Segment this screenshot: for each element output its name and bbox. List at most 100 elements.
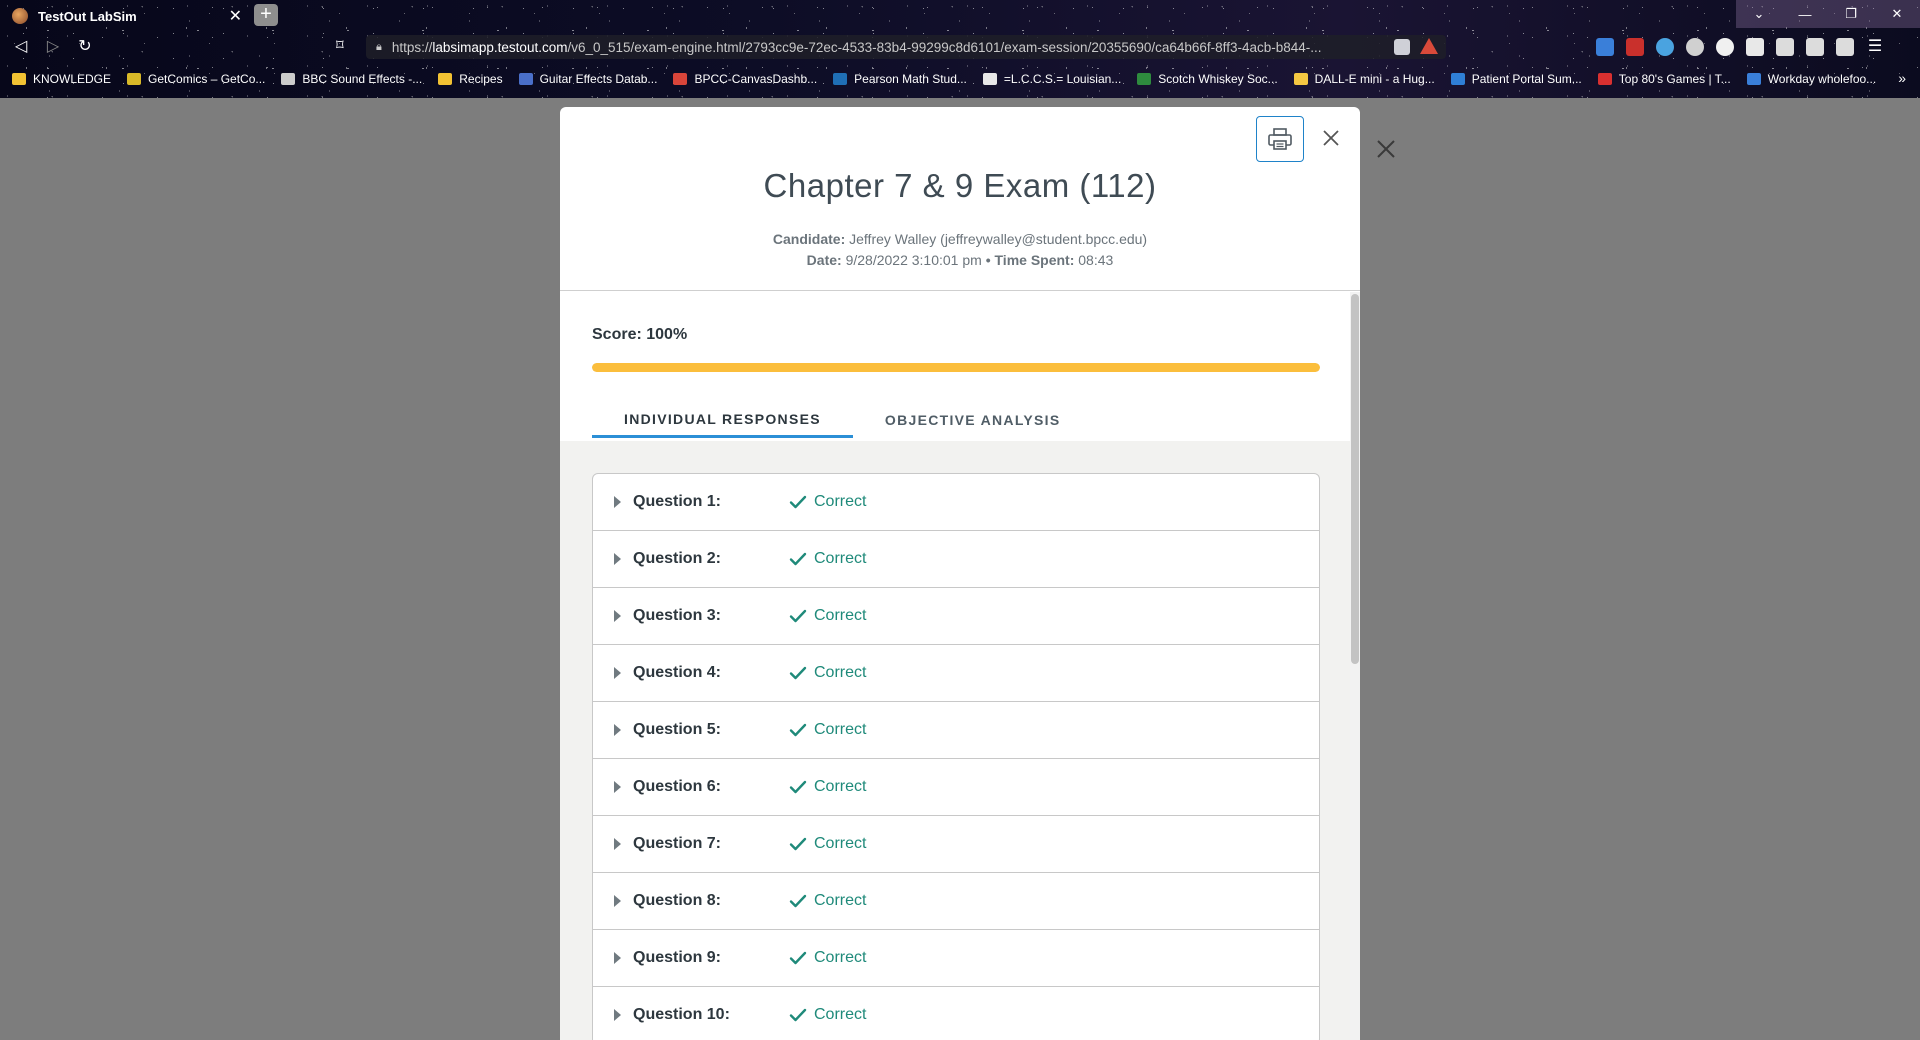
expand-caret-icon[interactable]: [614, 610, 621, 622]
question-status: Correct: [814, 778, 867, 795]
modal-close-button[interactable]: [1317, 124, 1345, 152]
bookmark-item[interactable]: =L.C.C.S.= Louisian...: [982, 72, 1121, 86]
close-icon: [1377, 140, 1395, 158]
restore-icon[interactable]: ❐: [1828, 0, 1874, 28]
question-label: Question 3:: [633, 607, 722, 624]
scrollbar-thumb[interactable]: [1351, 294, 1359, 664]
browser-tab[interactable]: TestOut LabSim ✕: [4, 3, 250, 29]
bookmark-item[interactable]: Scotch Whiskey Soc...: [1137, 72, 1278, 86]
bookmark-item[interactable]: DALL-E mini - a Hug...: [1293, 72, 1435, 86]
back-icon[interactable]: ◁: [10, 36, 32, 58]
question-row[interactable]: Question 3: Correct: [593, 588, 1319, 645]
bookmark-label: Guitar Effects Datab...: [539, 72, 658, 86]
puzzle-extensions-icon[interactable]: [1746, 38, 1764, 56]
checkmark-icon: [789, 552, 807, 566]
bookmark-item[interactable]: BPCC-CanvasDashb...: [673, 72, 817, 86]
question-row[interactable]: Question 6: Correct: [593, 759, 1319, 816]
bookmark-item[interactable]: Top 80's Games | T...: [1597, 72, 1731, 86]
question-status: Correct: [814, 664, 867, 681]
question-row[interactable]: Question 5: Correct: [593, 702, 1319, 759]
bookmark-favicon-icon: [281, 73, 296, 85]
expand-caret-icon[interactable]: [614, 895, 621, 907]
w-extension-icon[interactable]: [1686, 38, 1704, 56]
results-tabs: INDIVIDUAL RESPONSES OBJECTIVE ANALYSIS: [592, 402, 1093, 438]
url-path: /v6_0_515/exam-engine.html/2793cc9e-72ec…: [567, 39, 1322, 55]
question-row[interactable]: Question 8: Correct: [593, 873, 1319, 930]
expand-caret-icon[interactable]: [614, 724, 621, 736]
bookmark-item[interactable]: Pearson Math Stud...: [833, 72, 967, 86]
bookmark-label: BBC Sound Effects -...: [302, 72, 423, 86]
address-bar[interactable]: 🔒︎ https://labsimapp.testout.com/v6_0_51…: [366, 35, 1446, 59]
tab-individual-responses[interactable]: INDIVIDUAL RESPONSES: [592, 402, 853, 438]
new-tab-button[interactable]: +: [254, 4, 278, 26]
menu-icon[interactable]: ☰: [1866, 38, 1884, 56]
window-close-icon[interactable]: ✕: [1874, 0, 1920, 28]
modal-scrollbar[interactable]: [1350, 292, 1360, 1040]
bookmark-item[interactable]: Guitar Effects Datab...: [518, 72, 658, 86]
bookmark-item[interactable]: BBC Sound Effects -...: [281, 72, 422, 86]
bookmark-item[interactable]: Workday wholefoo...: [1746, 72, 1876, 86]
brave-shield-icon[interactable]: [1394, 39, 1410, 55]
bookmark-item[interactable]: KNOWLEDGE: [12, 72, 111, 86]
candidate-label: Candidate:: [772, 231, 846, 247]
question-label: Question 1:: [633, 493, 722, 510]
responses-panel: Question 1: Correct Question 2: Correct Ques…: [560, 441, 1360, 1040]
meta-separator: •: [985, 252, 991, 268]
question-row[interactable]: Question 4: Correct: [593, 645, 1319, 702]
date-line: Date: 9/28/2022 3:10:01 pm • Time Spent:…: [560, 250, 1360, 271]
question-row[interactable]: Question 10: Correct: [593, 987, 1319, 1040]
wallet-icon[interactable]: [1836, 38, 1854, 56]
bookmark-favicon-icon: [833, 73, 848, 85]
reload-icon[interactable]: ↻: [74, 36, 96, 58]
question-row[interactable]: Question 2: Correct: [593, 531, 1319, 588]
reading-list-icon[interactable]: [1776, 38, 1794, 56]
bookmark-label: Patient Portal Sum...: [1471, 72, 1582, 86]
question-row[interactable]: Question 9: Correct: [593, 930, 1319, 987]
brave-rewards-icon[interactable]: [1420, 38, 1438, 54]
expand-caret-icon[interactable]: [614, 952, 621, 964]
bookmark-label: BPCC-CanvasDashb...: [694, 72, 818, 86]
candidate-line: Candidate: Jeffrey Walley (jeffreywalley…: [560, 229, 1360, 250]
bookmarks-overflow-icon[interactable]: »: [1898, 70, 1906, 86]
date-value: 9/28/2022 3:10:01 pm: [845, 252, 982, 268]
bookmark-item[interactable]: GetComics – GetCo...: [127, 72, 265, 86]
minimize-icon[interactable]: —: [1782, 0, 1828, 28]
expand-caret-icon[interactable]: [614, 553, 621, 565]
expand-caret-icon[interactable]: [614, 496, 621, 508]
react-devtools-icon[interactable]: [1656, 38, 1674, 56]
close-icon: [1323, 130, 1339, 146]
bookmark-item[interactable]: Recipes: [438, 72, 503, 86]
expand-caret-icon[interactable]: [614, 1009, 621, 1021]
candidate-value: Jeffrey Walley (jeffreywalley@student.bp…: [849, 231, 1148, 247]
s-extension-icon[interactable]: [1626, 38, 1644, 56]
url-host: labsimapp.testout.com: [432, 39, 568, 55]
bookmark-label: KNOWLEDGE: [33, 72, 112, 86]
bookmark-favicon-icon: [1293, 73, 1308, 85]
tab-objective-analysis[interactable]: OBJECTIVE ANALYSIS: [853, 402, 1093, 438]
bookmark-favicon-icon: [1746, 73, 1761, 85]
question-status: Correct: [814, 550, 867, 567]
bookmark-item[interactable]: Patient Portal Sum...: [1450, 72, 1582, 86]
overlay-close-button[interactable]: [1374, 137, 1398, 161]
bookmark-page-icon[interactable]: ⌑: [336, 36, 344, 54]
question-row[interactable]: Question 1: Correct: [593, 474, 1319, 531]
bookmarks-bar: KNOWLEDGE GetComics – GetCo... BBC Sound E…: [0, 68, 1920, 90]
testout-favicon-icon: [12, 8, 28, 24]
tab-search-icon[interactable]: ⌄: [1736, 0, 1782, 28]
question-row[interactable]: Question 7: Correct: [593, 816, 1319, 873]
question-status: Correct: [814, 607, 867, 624]
bookmark-label: Pearson Math Stud...: [854, 72, 967, 86]
circle-extension-icon[interactable]: [1716, 38, 1734, 56]
expand-caret-icon[interactable]: [614, 667, 621, 679]
tab-close-icon[interactable]: ✕: [229, 6, 242, 26]
print-button[interactable]: [1256, 116, 1304, 162]
modal-header: Chapter 7 & 9 Exam (112) Candidate: Jeff…: [560, 107, 1360, 291]
translate-extension-icon[interactable]: [1596, 38, 1614, 56]
forward-icon[interactable]: ▷: [42, 36, 64, 58]
bookmark-favicon-icon: [1450, 73, 1465, 85]
modal-body: Score: 100% INDIVIDUAL RESPONSES OBJECTI…: [560, 292, 1360, 1040]
expand-caret-icon[interactable]: [614, 838, 621, 850]
expand-caret-icon[interactable]: [614, 781, 621, 793]
sidebar-icon[interactable]: [1806, 38, 1824, 56]
browser-chrome: TestOut LabSim ✕ + ⌄ — ❐ ✕ ◁ ▷ ↻ ⌑ 🔒︎ ht…: [0, 0, 1920, 98]
